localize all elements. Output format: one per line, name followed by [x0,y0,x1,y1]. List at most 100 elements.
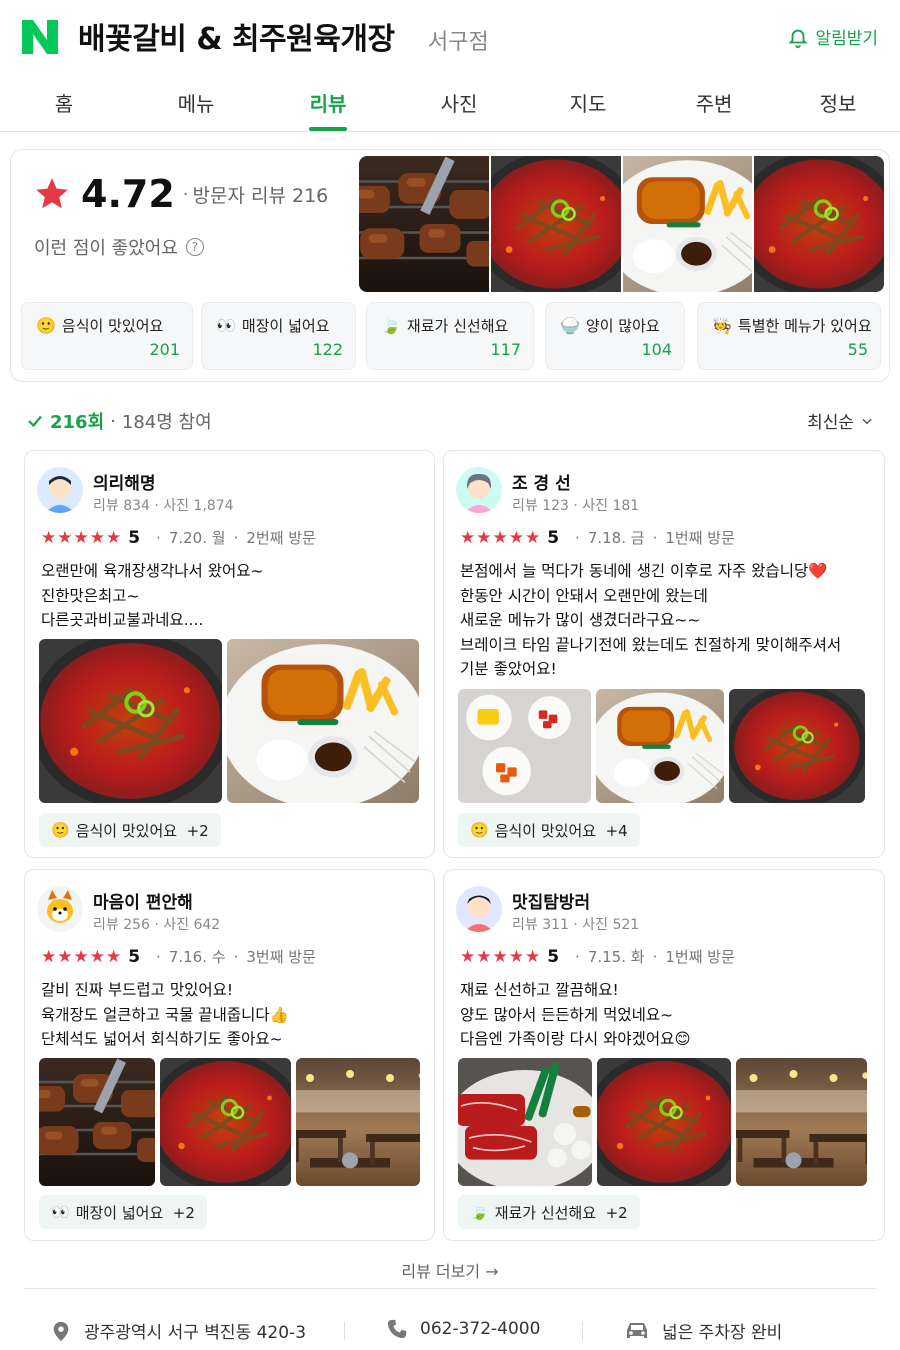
meta-dot: · [233,947,239,966]
review-meta: ★★★★★ 5 · 7.20. 월 · 2번째 방문 [41,527,324,548]
avatar[interactable] [37,467,83,513]
review-photo[interactable] [729,689,865,803]
help-icon[interactable]: ? [185,238,204,256]
parking-item: 넓은 주차장 완비 [624,1318,782,1343]
reviewer-stats: 리뷰 834 · 사진 1,874 [93,498,234,514]
keyword-tasty[interactable]: 🙂 음식이 맛있어요 201 [21,302,193,370]
tab-info[interactable]: 정보 [820,88,857,117]
review-card[interactable]: 조 경 선 리뷰 123 · 사진 181 ★★★★★ 5 · 7.18. 금 … [443,450,885,858]
review-text[interactable]: 본점에서 늘 먹다가 동네에 생긴 이후로 자주 왔습니당❤️ 한동안 시간이 … [460,559,841,682]
review-total: 216회 [50,412,105,433]
reviewer-stats: 리뷰 256 · 사진 642 [93,917,221,933]
sort-label: 최신순 [807,413,854,433]
rice-bowl-icon: 🍚 [560,316,580,335]
reviewer-name[interactable]: 맛집탐방러 [512,888,590,913]
keyword-generous[interactable]: 🍚 양이 많아요 104 [545,302,685,370]
avatar[interactable] [37,886,83,932]
review-photos [39,1058,420,1186]
keyword-special-menu[interactable]: 🧑‍🍳 특별한 메뉴가 있어요 55 [697,302,881,370]
meta-dot: · [652,947,658,966]
more-reviews-link[interactable]: 리뷰 더보기 → [0,1258,900,1282]
footer-separator [582,1322,583,1340]
review-photo[interactable] [736,1058,867,1186]
reviewer-name[interactable]: 마음이 편안해 [93,888,193,913]
review-line: 새로운 메뉴가 많이 생겼더라구요~~ [460,611,701,629]
chip-label: 음식이 맛있어요 +4 [494,821,628,840]
keyword-chip[interactable]: 👀 매장이 넓어요 +2 [39,1195,207,1229]
keyword-label-row: 🧑‍🍳 특별한 메뉴가 있어요 [712,315,872,336]
meta-dot: · [156,528,161,547]
reviewer-name[interactable]: 의리해명 [93,469,156,494]
tab-reviews[interactable]: 리뷰 [310,88,347,117]
review-text[interactable]: 오랜만에 육개장생각나서 왔어요~ 진한맛은최고~ 다른곳과비교불과네요.... [41,559,263,633]
meta-dot: · [156,947,161,966]
keyword-count: 55 [847,340,868,359]
keyword-spacious[interactable]: 👀 매장이 넓어요 122 [201,302,356,370]
review-summary-card: 4.72 · 방문자 리뷰 216 이런 점이 좋았어요 ? 🙂 음식이 맛있어… [10,149,890,382]
tab-home[interactable]: 홈 [55,88,73,117]
alarm-button[interactable]: 알림받기 [787,24,878,49]
review-date: 7.16. 수 [168,948,226,966]
keyword-label: 양이 많아요 [585,317,660,335]
review-stars: ★★★★★ [41,946,123,967]
reviewer-stats: 리뷰 123 · 사진 181 [512,498,640,514]
branch-name: 서구점 [428,30,489,55]
sort-dropdown[interactable]: 최신순 [807,408,874,433]
review-line: 갈비 진짜 부드럽고 맛있어요! [41,981,234,999]
review-photo[interactable] [39,639,222,803]
review-photo[interactable] [596,689,724,803]
count-separator: · [110,410,116,432]
review-photos [39,639,419,803]
visit-count: 1번째 방문 [665,948,735,966]
address-item[interactable]: 광주광역시 서구 벽진동 420-3 [50,1318,306,1343]
photo-yukgaejang-2[interactable] [754,156,884,292]
review-photo[interactable] [296,1058,420,1186]
keyword-label: 매장이 넓어요 [241,317,330,335]
avatar[interactable] [456,886,502,932]
chef-icon: 🧑‍🍳 [712,316,732,335]
tab-bar: 홈 메뉴 리뷰 사진 지도 주변 정보 [0,72,900,132]
address-text: 광주광역시 서구 벽진동 420-3 [84,1323,307,1343]
alarm-label: 알림받기 [815,29,878,49]
tab-menu[interactable]: 메뉴 [178,88,215,117]
photo-pork-cutlet[interactable] [622,156,753,292]
tab-map[interactable]: 지도 [570,88,607,117]
review-card[interactable]: 맛집탐방러 리뷰 311 · 사진 521 ★★★★★ 5 · 7.15. 화 … [443,869,885,1241]
keyword-chip[interactable]: 🙂 음식이 맛있어요 +2 [39,813,221,847]
keyword-label: 음식이 맛있어요 [61,317,164,335]
meta-dot: · [575,528,580,547]
rating-row: 4.72 · 방문자 리뷰 216 [33,172,328,216]
review-photo[interactable] [597,1058,731,1186]
visitor-review-count[interactable]: 방문자 리뷰 216 [193,181,329,208]
photo-grilled-galbi[interactable] [359,156,489,292]
keyword-chip[interactable]: 🙂 음식이 맛있어요 +4 [458,813,640,847]
review-photo[interactable] [160,1058,291,1186]
reviewer-name[interactable]: 조 경 선 [512,469,571,494]
review-text[interactable]: 재료 신선하고 깔끔해요! 양도 많아서 든든하게 먹었네요~ 다음엔 가족이랑… [460,978,691,1052]
map-pin-icon [53,1321,69,1341]
tab-photos[interactable]: 사진 [441,88,478,117]
keyword-fresh[interactable]: 🍃 재료가 신선해요 117 [366,302,534,370]
eyes-emoji-icon: 👀 [216,316,236,335]
keyword-chip[interactable]: 🍃 재료가 신선해요 +2 [458,1195,640,1229]
tab-nearby[interactable]: 주변 [696,88,733,117]
review-photo[interactable] [458,689,591,803]
keyword-label-row: 🍚 양이 많아요 [560,315,660,336]
review-score: 5 [128,527,141,548]
phone-item[interactable]: 062-372-4000 [386,1318,540,1340]
keyword-count: 201 [149,340,180,359]
photo-strip[interactable] [359,156,884,292]
naver-logo-icon [22,20,58,54]
review-photo[interactable] [39,1058,155,1186]
bell-icon [788,29,808,48]
review-card[interactable]: 마음이 편안해 리뷰 256 · 사진 642 ★★★★★ 5 · 7.16. … [24,869,435,1241]
photo-yukgaejang[interactable] [491,156,621,292]
review-meta: ★★★★★ 5 · 7.16. 수 · 3번째 방문 [41,946,324,967]
review-photo[interactable] [227,639,419,803]
avatar[interactable] [456,467,502,513]
review-line: 재료 신선하고 깔끔해요! [460,981,619,999]
review-card[interactable]: 의리해명 리뷰 834 · 사진 1,874 ★★★★★ 5 · 7.20. 월… [24,450,435,858]
review-text[interactable]: 갈비 진짜 부드럽고 맛있어요! 육개장도 얼큰하고 국물 끝내줍니다👍 단체석… [41,978,289,1052]
review-photo[interactable] [458,1058,592,1186]
keyword-stats: 🙂 음식이 맛있어요 201 👀 매장이 넓어요 122 🍃 재료가 신선해요 … [21,302,883,370]
